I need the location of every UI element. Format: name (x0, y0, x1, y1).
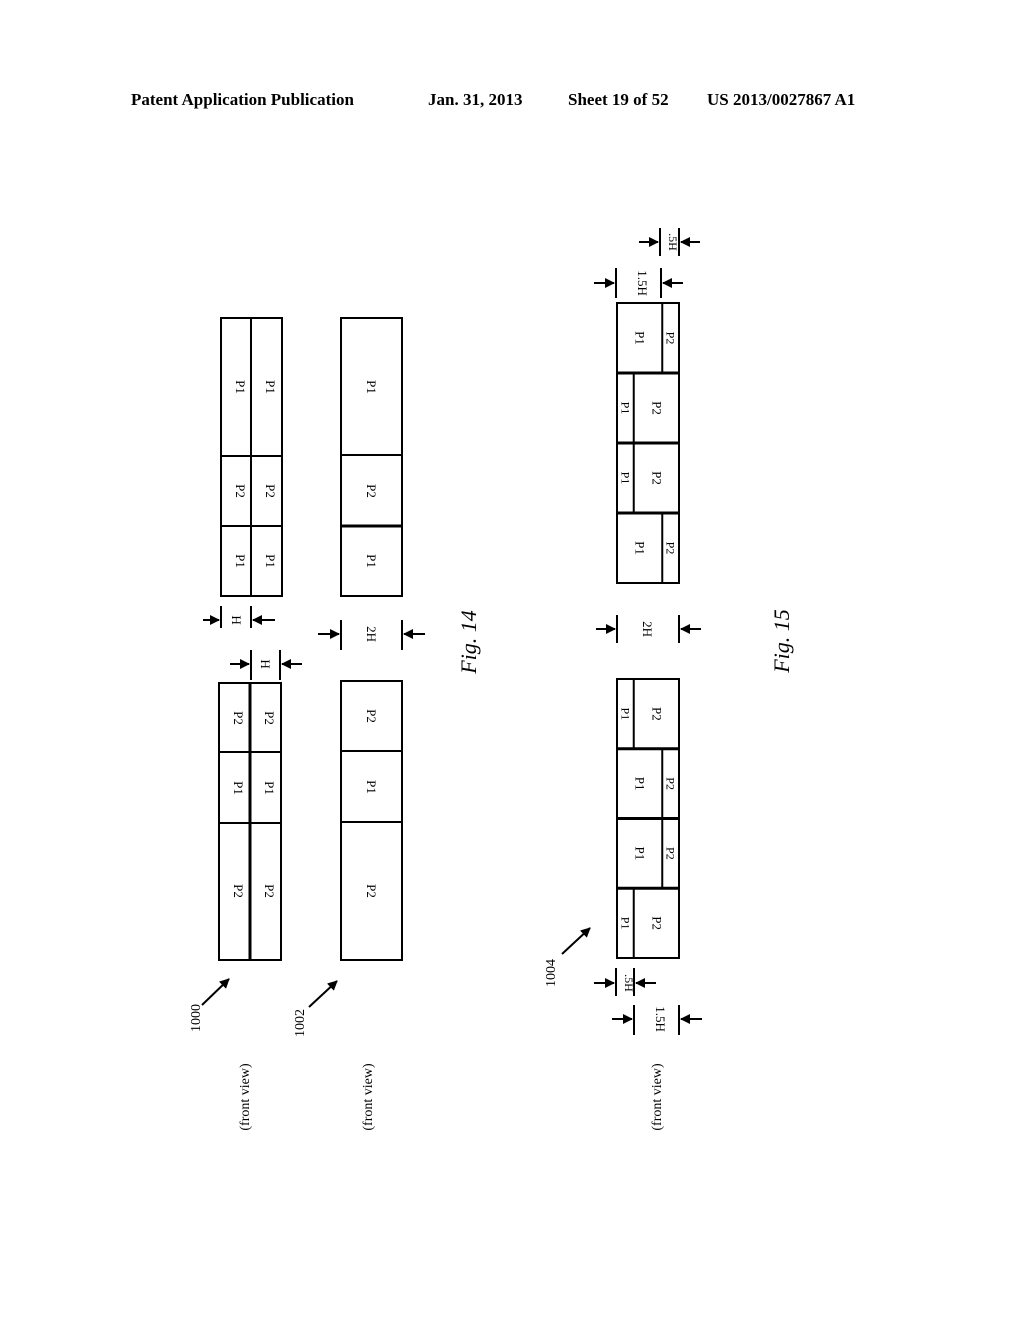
fig15-segment: P1 P2 (616, 817, 680, 890)
fig15-dim-1_5H-top: 1.5H (594, 268, 683, 298)
fig15-segment: P1 P2 (616, 302, 680, 374)
cell-label: P2 (649, 916, 664, 930)
fig15-lower-stack: P2 P1 P1 P2 P1 P2 P2 P1 (616, 678, 680, 959)
cell-label: P1 (364, 380, 379, 394)
dim-label: 1.5H (653, 1006, 668, 1032)
cell-label: P2 (263, 484, 278, 498)
cell-label: P2 (364, 709, 379, 723)
cell-label: P1 (633, 541, 648, 555)
fig14-dim-H-top: H (203, 606, 275, 628)
ref-label-1000: 1000 (189, 1004, 204, 1032)
dim-label: .5H (666, 233, 680, 251)
fig14-ref-1000: 1000 (189, 978, 230, 1032)
cell-label: P2 (364, 884, 379, 898)
fig15-segment: P2 P1 (616, 442, 680, 514)
ref-label-1002: 1002 (293, 1009, 308, 1037)
reference-arrow (308, 980, 338, 1008)
fig14-view-label-1: (front view) (238, 1063, 253, 1131)
cell-label: P1 (263, 380, 278, 394)
cell-label: P2 (262, 884, 277, 898)
dim-label: .5H (622, 974, 636, 992)
cell-label: P1 (263, 554, 278, 568)
cell-label: P2 (664, 847, 678, 860)
cell-label: P1 (233, 380, 248, 394)
cell-label: P1 (364, 554, 379, 568)
cell-label: P1 (633, 331, 648, 345)
dim-label: 2H (364, 626, 379, 642)
cell-label: P1 (233, 554, 248, 568)
fig15-segment: P2 P1 (616, 372, 680, 444)
cell-label: P2 (231, 711, 246, 725)
fig14-ref-1002: 1002 (293, 980, 338, 1037)
cell-label: P2 (664, 777, 678, 790)
dim-label: 2H (640, 621, 655, 637)
fig15-caption: Fig. 15 (769, 609, 794, 674)
fig15-view-label: (front view) (650, 1063, 665, 1131)
fig15-dim-05H-top: .5H (639, 228, 700, 256)
dim-label: 1.5H (635, 270, 650, 296)
cell-label: P1 (618, 472, 632, 485)
cell-label: P1 (231, 781, 246, 795)
cell-label: P1 (262, 781, 277, 795)
fig14-1000-lower: P2 P2 P1 P1 P2 P2 (218, 682, 282, 961)
cell-label: P1 (618, 402, 632, 415)
reference-arrow (201, 978, 230, 1006)
fig15-segment: P2 P1 (616, 678, 680, 750)
fig14-view-label-2: (front view) (361, 1063, 376, 1131)
fig15-upper-stack: P1 P2 P2 P1 P2 P1 P1 P2 (616, 302, 680, 584)
reference-arrow (561, 927, 591, 955)
fig14-dim-H-bottom: H (230, 650, 302, 680)
cell-label: P2 (262, 711, 277, 725)
cell-label: P1 (364, 780, 379, 794)
cell-label: P2 (664, 332, 678, 345)
cell-label: P2 (649, 707, 664, 721)
fig14-1002-lower: P2 P1 P2 (340, 680, 403, 961)
cell-label: P2 (664, 542, 678, 555)
cell-label: P1 (633, 777, 648, 791)
cell-label: P2 (231, 884, 246, 898)
fig15-dim-1_5H-bottom: 1.5H (612, 1005, 702, 1035)
cell-label: P2 (233, 484, 248, 498)
cell-label: P1 (618, 708, 632, 721)
cell-label: P2 (649, 471, 664, 485)
fig14-caption: Fig. 14 (456, 610, 481, 675)
fig14-dim-2H: 2H (318, 620, 425, 650)
fig15-segment: P2 P1 (616, 887, 680, 959)
fig15-segment: P1 P2 (616, 747, 680, 820)
cell-label: P2 (364, 484, 379, 498)
fig15-dim-05H-bottom: .5H (594, 968, 656, 996)
ref-label-1004: 1004 (544, 959, 559, 987)
dim-label: H (229, 615, 244, 624)
cell-label: P1 (633, 847, 648, 861)
patent-drawing: P1 P1 P2 P2 P1 P1 P1 P2 P1 H H 2H Fig. 1… (189, 228, 794, 1131)
fig15-segment: P1 P2 (616, 512, 680, 584)
fig14-1002-upper: P1 P2 P1 (340, 317, 403, 597)
cell-label: P1 (618, 917, 632, 930)
fig15-dim-2H: 2H (596, 615, 701, 643)
fig14-1000-upper: P1 P1 P2 P2 P1 P1 (220, 317, 283, 597)
fig15-ref-1004: 1004 (544, 927, 591, 987)
cell-label: P2 (649, 401, 664, 415)
dim-label: H (258, 659, 273, 668)
